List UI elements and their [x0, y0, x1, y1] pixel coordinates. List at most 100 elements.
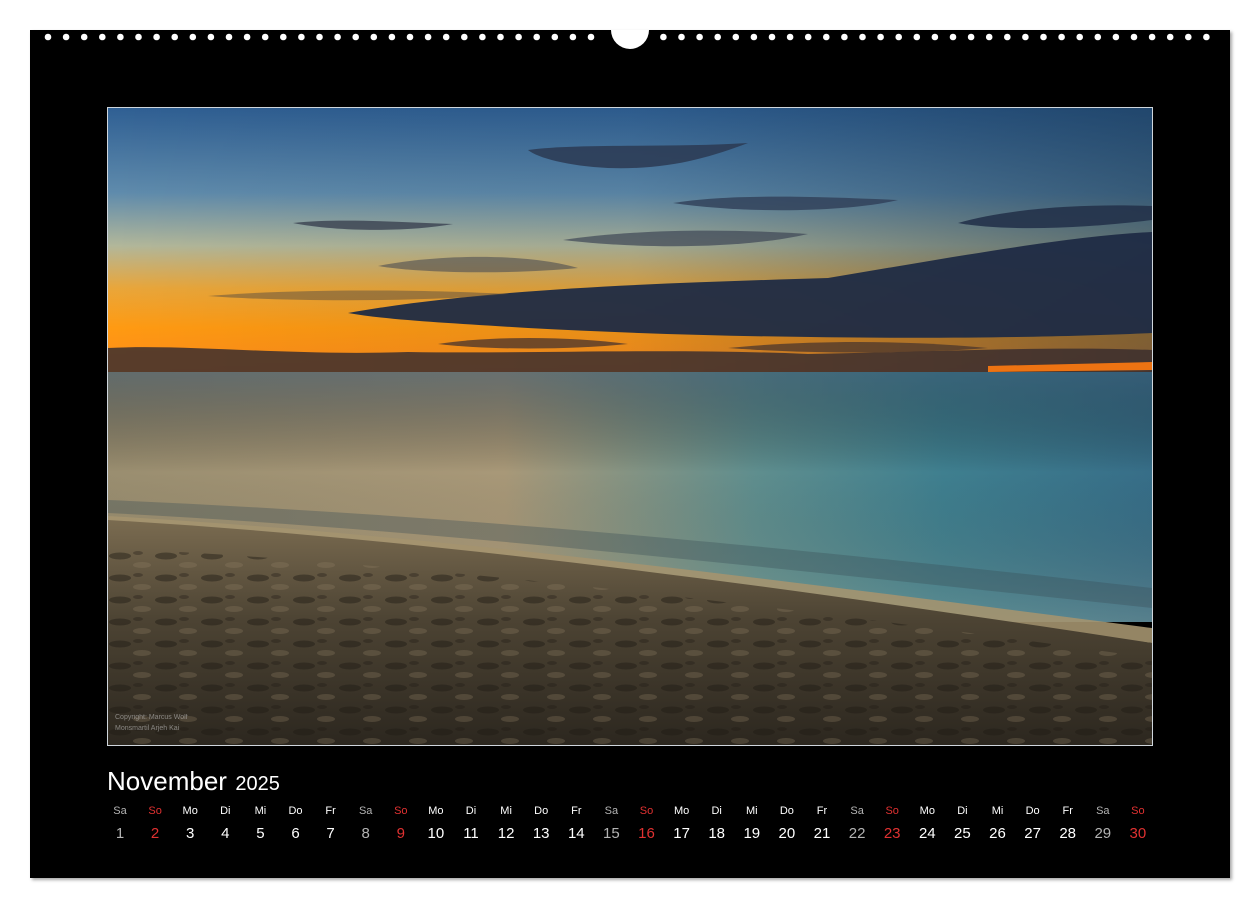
binding-hole [515, 33, 522, 41]
binding-hole [497, 33, 504, 41]
binding-hole [714, 33, 721, 41]
binding-hole [823, 33, 830, 41]
binding-hole [660, 33, 667, 41]
day-number: 6 [291, 825, 300, 842]
weekday-label: So [394, 805, 408, 817]
binding-hole [135, 33, 142, 41]
binding-hole [1203, 33, 1210, 41]
day-number: 25 [954, 825, 971, 842]
weekday-label: Do [779, 805, 794, 817]
binding-hole [44, 33, 52, 41]
binding-hole [117, 33, 124, 41]
weekday-label: Do [534, 805, 549, 817]
binding-hole [931, 33, 939, 41]
weekday-label: So [1131, 805, 1145, 817]
weekday-label: Mi [745, 805, 758, 817]
binding-hole [533, 33, 540, 41]
day-number: 8 [361, 825, 370, 842]
binding-hole [1076, 33, 1083, 41]
month-name: November [107, 766, 227, 796]
binding-hole [298, 33, 305, 41]
binding-hole [1004, 33, 1011, 41]
spiral-binding [44, 30, 1210, 49]
day-number: 28 [1059, 825, 1077, 842]
binding-hole [1094, 33, 1102, 41]
weekday-label: Sa [113, 805, 127, 817]
binding-hole [949, 33, 957, 41]
sunset-beach-photo: Copyright: Marcus Wolf Monsmartil Arjeh … [107, 107, 1153, 746]
binding-hole [1058, 33, 1065, 41]
year: 2025 [235, 773, 280, 795]
weekday-label: Mi [500, 805, 512, 817]
binding-hole [841, 33, 848, 41]
day-number: 20 [778, 825, 796, 842]
binding-hole [388, 33, 396, 41]
binding-hole [768, 33, 776, 41]
binding-hole [442, 33, 450, 41]
binding-hole [1148, 33, 1156, 41]
weekday-label: Mi [254, 805, 267, 817]
binding-hole [551, 33, 559, 41]
day-number: 10 [427, 825, 445, 842]
weekday-label: Di [220, 805, 231, 817]
day-number: 14 [567, 825, 585, 842]
weekday-label: Mo [428, 805, 444, 817]
binding-hole [153, 33, 160, 41]
weekday-label: Fr [571, 805, 582, 817]
day-number: 4 [221, 825, 230, 842]
binding-hole [895, 33, 902, 41]
day-number: 12 [497, 825, 515, 842]
watermark-line-1: Copyright: Marcus Wolf [115, 714, 188, 721]
binding-hole [587, 33, 595, 41]
binding-hole [406, 33, 414, 41]
binding-hole [786, 33, 794, 41]
binding-hole [1130, 33, 1138, 41]
weekday-label: Fr [325, 805, 336, 817]
day-number: 7 [326, 825, 335, 842]
binding-hole [424, 33, 432, 41]
binding-hole [750, 33, 758, 41]
binding-hole [479, 33, 486, 41]
binding-hole [1166, 33, 1174, 41]
binding-hole [678, 33, 685, 41]
hanger-notch [611, 30, 649, 49]
weekday-label: Mo [919, 805, 935, 817]
weekday-label: Di [711, 805, 722, 817]
binding-hole [280, 33, 287, 41]
weekday-label: Sa [604, 805, 619, 817]
weekday-label: Di [465, 805, 477, 817]
weekday-label: Fr [1062, 805, 1073, 817]
binding-hole [99, 33, 106, 41]
weekday-label: Do [288, 805, 303, 817]
photo-watermark: Copyright: Marcus Wolf Monsmartil Arjeh … [115, 712, 188, 734]
binding-hole [1185, 33, 1192, 41]
binding-hole [352, 33, 360, 41]
watermark-line-2: Monsmartil Arjeh Kai [115, 725, 180, 732]
binding-hole [171, 33, 178, 41]
day-number: 17 [673, 825, 690, 842]
binding-hole [569, 33, 577, 41]
day-number: 9 [396, 825, 405, 842]
binding-hole [370, 33, 378, 41]
binding-hole [207, 33, 215, 41]
binding-hole [243, 33, 251, 41]
binding-hole [1040, 33, 1047, 41]
binding-hole [985, 33, 993, 41]
binding-hole [696, 33, 703, 41]
binding-hole [316, 33, 323, 41]
day-number: 13 [532, 825, 550, 842]
binding-hole [913, 33, 921, 41]
binding-hole [1112, 33, 1120, 41]
binding-hole [189, 33, 197, 41]
weekday-label: So [639, 805, 654, 817]
day-number: 11 [463, 825, 479, 842]
day-number: 5 [256, 825, 265, 842]
day-number: 3 [186, 825, 195, 842]
day-number: 22 [848, 825, 866, 842]
day-number: 26 [989, 825, 1006, 842]
day-number: 2 [150, 825, 160, 842]
weekday-label: Sa [850, 805, 864, 817]
weekday-label: Sa [358, 805, 373, 817]
weekday-label: Do [1025, 805, 1040, 817]
weekday-label: So [885, 805, 899, 817]
